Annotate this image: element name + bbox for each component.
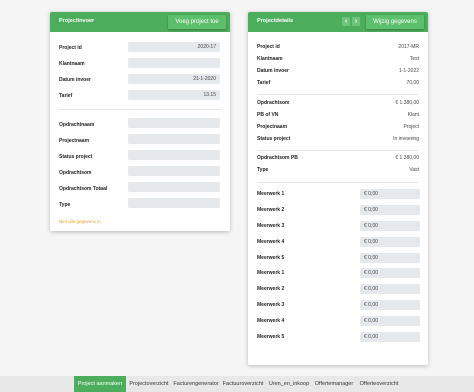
card-title: Projectinvoer [59,18,95,24]
field-label: Opdrachtsom Totaal [59,186,108,192]
detail-value: Klant [407,112,419,118]
meerwerk-field[interactable]: € 0,00 [360,332,420,342]
divider [59,109,221,110]
chevron-right-icon[interactable]: › [352,17,360,26]
field-label: Type [59,202,71,208]
project-input-card: Projectinvoer Voeg project toe Project i… [50,12,230,231]
meerwerk-label: Meerwerk 3 [257,223,285,229]
tab-uren-en-inkoop[interactable]: Uren_en_inkoop [266,376,312,392]
meerwerk-label: Meerwerk 1 [257,270,285,276]
detail-value: Project [403,124,419,130]
chevron-left-icon[interactable]: ‹ [342,17,350,26]
meerwerk-field[interactable]: € 0,00 [360,268,420,278]
meerwerk-field[interactable]: € 0,00 [360,189,420,199]
field-label: Klantnaam [59,61,85,67]
meerwerk-field[interactable]: € 0,00 [360,221,420,231]
meerwerk-field[interactable]: € 0,00 [360,253,420,263]
add-project-button[interactable]: Voeg project toe [168,15,226,29]
project-details-header: Projectdetails ‹ › Wijzig gegevens [248,12,428,32]
meerwerk-label: Meerwerk 2 [257,286,285,292]
tab-project-aanmaken[interactable]: Project aanmaken [74,376,126,392]
field-label: Opdrachtnaam [59,122,95,128]
assignment-sum-field[interactable] [128,166,220,176]
meerwerk-field[interactable]: € 0,00 [360,316,420,326]
field-label: Opdrachtsom [59,170,92,176]
meerwerk-label: Meerwerk 1 [257,191,285,197]
field-label: Status project [59,154,93,160]
date-input-field[interactable]: 21-1-2020 [128,74,220,84]
validation-warning: Niet alle gegevens in [59,219,101,224]
detail-value: € 1.380,00 [395,100,419,106]
client-name-field[interactable] [128,58,220,68]
detail-label: Status project [257,136,291,142]
meerwerk-label: Meerwerk 4 [257,318,285,324]
meerwerk-field[interactable]: € 0,00 [360,284,420,294]
rate-field[interactable]: 13.15 [128,90,220,100]
tab-facturengenerator[interactable]: Facturengenerator [172,376,220,392]
meerwerk-field[interactable]: € 0,00 [360,205,420,215]
meerwerk-label: Meerwerk 2 [257,207,285,213]
edit-details-button[interactable]: Wijzig gegevens [366,15,424,29]
divider [257,94,419,95]
detail-label: Tarief [257,80,271,86]
type-field[interactable] [128,198,220,208]
tab-projectoverzicht[interactable]: Projectoverzicht [126,376,172,392]
meerwerk-field[interactable]: € 0,00 [360,300,420,310]
divider [257,150,419,151]
detail-value: Vast [409,167,419,173]
field-label: Datum invoer [59,77,91,83]
detail-label: Opdrachtsom PB [257,155,298,161]
project-details-card: Projectdetails ‹ › Wijzig gegevens Proje… [248,12,428,365]
assignment-name-field[interactable] [128,118,220,128]
detail-value: € 1.380,00 [395,155,419,161]
detail-label: PB of VN [257,112,279,118]
field-label: Project id [59,45,82,51]
detail-value: In invoering [393,136,419,142]
meerwerk-label: Meerwerk 5 [257,334,285,340]
detail-label: Datum invoer [257,68,289,74]
detail-label: Projectnaam [257,124,288,130]
project-input-header: Projectinvoer Voeg project toe [50,12,230,32]
field-label: Projectnaam [59,138,90,144]
assignment-total-field[interactable] [128,182,220,192]
detail-label: Opdrachtsom [257,100,290,106]
meerwerk-label: Meerwerk 3 [257,302,285,308]
detail-label: Project id [257,44,280,50]
detail-value: 1-1-2022 [398,68,419,74]
detail-label: Klantnaam [257,56,283,62]
field-label: Tarief [59,93,73,99]
meerwerk-label: Meerwerk 5 [257,255,285,261]
meerwerk-label: Meerwerk 4 [257,239,285,245]
tab-offertemanager[interactable]: Offertemanager [312,376,356,392]
card-title: Projectdetails [257,18,294,24]
detail-value: 70,00 [406,80,419,86]
meerwerk-field[interactable]: € 0,00 [360,237,420,247]
project-status-field[interactable] [128,150,220,160]
detail-value: Test [409,56,419,62]
project-id-field[interactable]: 2020-17 [128,42,220,52]
detail-label: Type [257,167,269,173]
tab-factuuroverzicht[interactable]: Factuuroverzicht [220,376,266,392]
project-name-field[interactable] [128,134,220,144]
detail-value: 2017-MR [398,44,419,50]
tab-offerteoverzicht[interactable]: Offerteoverzicht [356,376,402,392]
divider [257,182,419,183]
